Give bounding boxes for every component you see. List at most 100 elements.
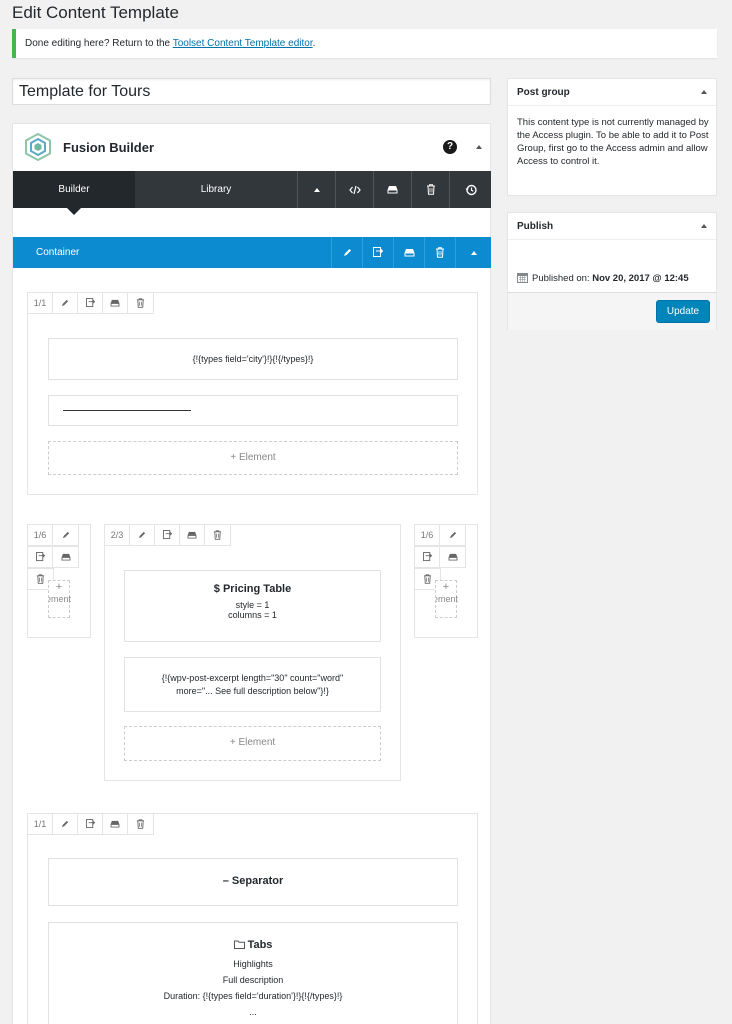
element-pricing-table[interactable]: $ Pricing Table style = 1 columns = 1 [124,570,381,642]
clone-icon [85,298,95,308]
fusion-builder-header: Fusion Builder ? [13,124,490,170]
container-label: Container [36,247,80,258]
caret-up-icon [470,250,477,255]
code-view-button[interactable] [335,171,373,208]
column-save-button[interactable] [103,293,128,313]
divider [508,105,716,106]
tab-item-full-description: Full description [222,975,284,985]
fusion-logo-icon [23,132,53,162]
column-edit-button[interactable] [53,293,78,313]
column-controls: 1/6 [414,524,466,546]
toolbar-collapse-button[interactable] [297,171,335,208]
element-types-city[interactable]: {!{types field='city'}!}{!{/types}!} [48,338,458,380]
element-post-excerpt[interactable]: {!{wpv-post-excerpt length="30" count="w… [124,657,381,712]
column-size[interactable]: 1/1 [28,814,53,834]
container-delete-button[interactable] [424,237,455,268]
excerpt-line-1: {!{wpv-post-excerpt length="30" count="w… [161,673,344,683]
tab-builder[interactable]: Builder [13,171,135,208]
collapse-caret-icon[interactable] [701,90,707,94]
template-title-input[interactable]: Template for Tours [12,78,491,105]
add-element-button-left[interactable]: + Element [48,580,71,618]
column-delete-button[interactable] [205,525,230,545]
separator-title: Separator [231,875,284,887]
history-icon [465,184,477,195]
column-size[interactable]: 1/6 [415,525,440,545]
post-group-title: Post group [517,87,570,98]
tabs-title-row: Tabs [49,937,457,953]
collapse-caret-icon[interactable] [701,224,707,228]
column-clone-button[interactable] [28,547,53,567]
clone-icon [373,247,383,257]
clone-icon [85,819,95,829]
save-template-button[interactable] [373,171,411,208]
trash-icon [213,530,222,540]
pencil-icon [61,299,69,307]
column-row3: 1/1 – Separator Tabs Highlights Full des… [27,813,478,1024]
separator-title-row: – Separator [223,875,284,887]
save-icon [110,820,120,828]
column-clone-button[interactable] [155,525,180,545]
column-save-button[interactable] [440,547,465,567]
help-icon[interactable]: ? [443,140,457,154]
tab-item-duration: Duration: {!{types field='duration'}!}{!… [163,991,343,1001]
column-delete-button[interactable] [128,293,153,313]
container-save-button[interactable] [393,237,424,268]
trash-icon [423,574,432,584]
container-edit-button[interactable] [331,237,362,268]
save-icon [187,531,197,539]
published-label: Published on: [532,273,590,284]
column-controls: 2/3 [104,524,231,546]
add-element-button[interactable]: + Element [48,441,458,475]
column-left-sixth: 1/6 + Element [27,524,91,638]
pencil-icon [449,531,456,539]
delete-all-button[interactable] [411,171,449,208]
add-element-button-center[interactable]: + Element [124,726,381,761]
column-size[interactable]: 1/1 [28,293,53,313]
collapse-caret-icon[interactable] [476,145,482,149]
tab-library[interactable]: Library [135,171,297,208]
element-separator[interactable]: – Separator [48,858,458,906]
divider [508,239,716,240]
column-clone-button[interactable] [415,547,440,567]
column-controls: 1/1 [27,292,154,314]
column-edit-button[interactable] [53,814,78,834]
minus-icon: – [222,875,229,887]
save-icon [387,186,398,194]
column-save-button[interactable] [53,547,78,567]
update-button[interactable]: Update [656,300,710,323]
column-size[interactable]: 1/6 [28,525,53,545]
history-button[interactable] [449,171,491,208]
add-element-button-right[interactable]: + Element [435,580,458,618]
column-save-button[interactable] [180,525,205,545]
column-edit-button[interactable] [130,525,155,545]
trash-icon [426,184,435,195]
clone-icon [35,552,45,562]
column-delete-button[interactable] [128,814,153,834]
pencil-icon [138,531,146,539]
page-title: Edit Content Template [12,3,179,22]
dollar-icon: $ [213,583,220,595]
column-edit-button[interactable] [440,525,465,545]
trash-icon [136,298,145,308]
column-save-button[interactable] [103,814,128,834]
column-row1: 1/1 {!{types field='city'}!}{!{/types}!}… [27,292,478,495]
add-element-label: Element [238,452,276,463]
notice-text: Done editing here? Return to the [25,38,173,49]
column-clone-button[interactable] [78,293,103,313]
container-clone-button[interactable] [362,237,393,268]
pencil-icon [343,249,351,256]
save-icon [404,249,414,257]
column-clone-button[interactable] [78,814,103,834]
column-center-two-thirds: 2/3 $ Pricing Table style = 1 columns = … [104,524,401,781]
post-group-box: Post group This content type is not curr… [507,78,717,196]
column-size[interactable]: 2/3 [105,525,130,545]
folder-icon [233,940,245,949]
toolset-editor-link[interactable]: Toolset Content Template editor [173,38,313,49]
container-bar[interactable]: Container [13,237,491,268]
element-tabs[interactable]: Tabs Highlights Full description Duratio… [48,922,458,1024]
column-controls-2 [27,546,79,568]
fusion-toolbar: Builder Library [13,171,491,208]
container-collapse-button[interactable] [455,237,491,268]
element-separator-line[interactable] [48,395,458,426]
column-edit-button[interactable] [53,525,78,545]
